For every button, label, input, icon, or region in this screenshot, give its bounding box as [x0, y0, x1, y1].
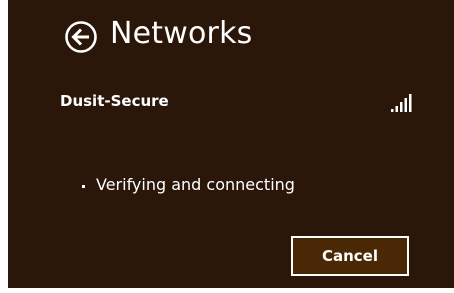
signal-strength-icon: [391, 94, 412, 112]
page-title: Networks: [110, 16, 253, 51]
network-name: Dusit-Secure: [60, 92, 169, 110]
back-button[interactable]: [64, 20, 98, 54]
networks-flyout: Networks Dusit-Secure Verifying and conn…: [8, 0, 454, 288]
back-arrow-circle-icon: [65, 21, 97, 53]
cancel-button[interactable]: Cancel: [291, 236, 409, 276]
network-item-dusit-secure[interactable]: Dusit-Secure: [60, 86, 420, 118]
status-text: Verifying and connecting: [96, 175, 295, 194]
progress-dot: [82, 185, 85, 188]
